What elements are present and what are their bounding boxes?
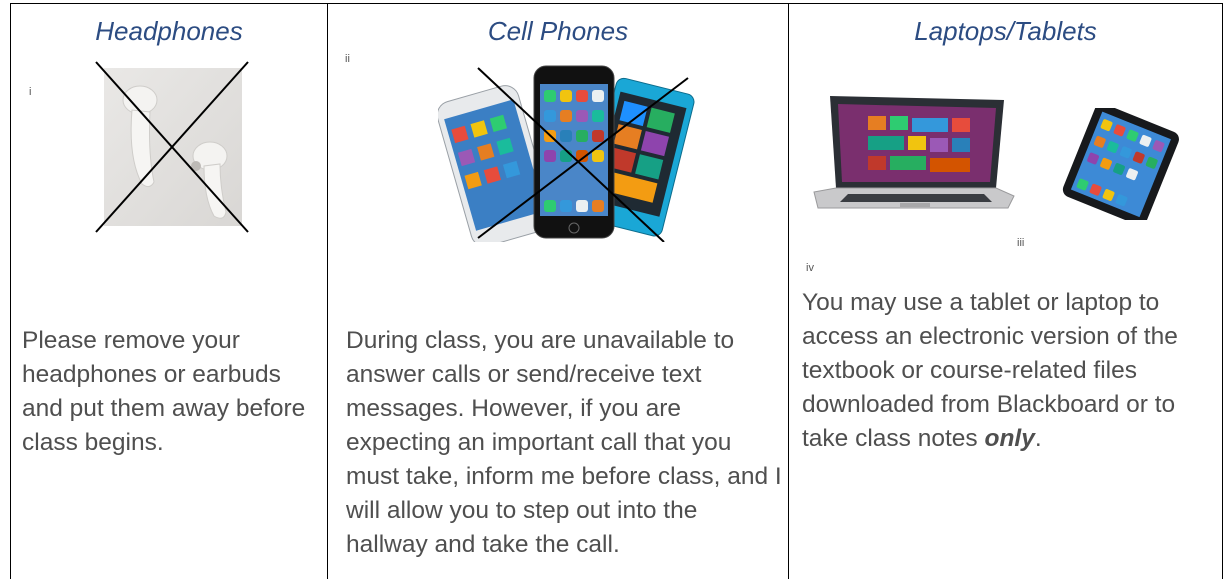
table-top-border [10,3,1223,4]
laptops-tablets-policy-text: You may use a tablet or laptop to access… [802,286,1218,456]
column-title-laptops-tablets: Laptops/Tablets [914,16,1097,46]
phones-crossed-out-image [438,65,695,242]
table-left-border [10,3,11,579]
laptops-text-emphasis: only [984,425,1035,452]
laptops-text-end: . [1034,425,1042,452]
policy-table: Headphones i Please remove your headphon… [0,0,1231,579]
column-divider-1 [327,3,328,579]
tablet-image [1062,108,1179,220]
column-divider-2 [788,3,789,579]
table-right-border [1222,3,1223,579]
column-title-headphones: Headphones [95,16,243,46]
footnote-ii: ii [345,53,350,65]
laptop-image [813,96,1015,209]
headphones-policy-text: Please remove your headphones or earbuds… [22,327,306,456]
footnote-iv: iv [806,262,814,274]
column-title-cell-phones: Cell Phones [487,16,629,46]
cell-phones-policy-text: During class, you are unavailable to ans… [346,327,782,558]
earbuds-crossed-out-image [95,61,249,233]
footnote-iii: iii [1017,237,1025,249]
footnote-i: i [29,86,32,98]
